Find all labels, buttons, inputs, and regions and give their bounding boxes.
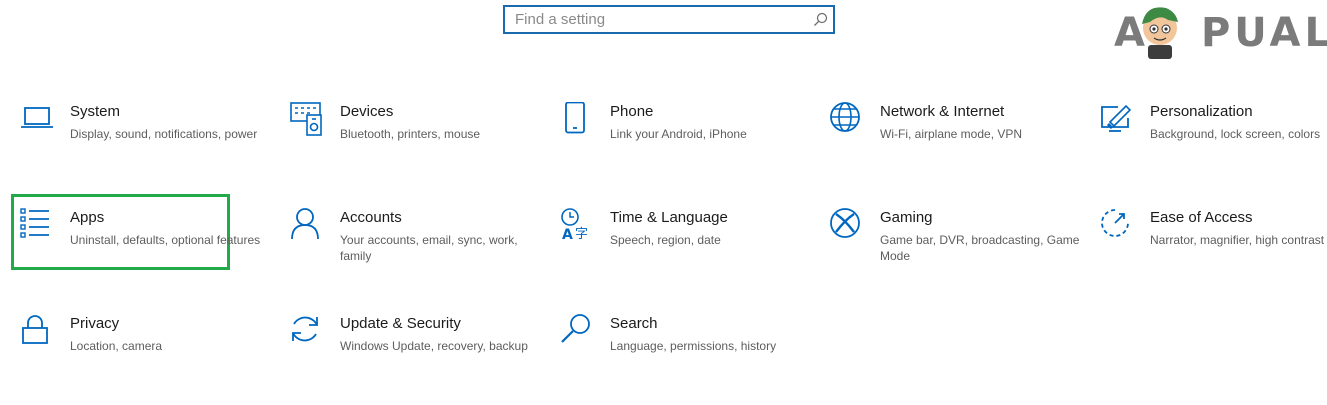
settings-item-title: Ease of Access	[1150, 209, 1253, 226]
settings-item-title: Apps	[70, 209, 105, 226]
settings-item-personalization[interactable]: Personalization Background, lock screen,…	[1100, 102, 1327, 166]
settings-item-title: Time & Language	[610, 209, 728, 226]
settings-item-ease-of-access[interactable]: Ease of Access Narrator, magnifier, high…	[1100, 208, 1327, 272]
devices-icon	[290, 102, 326, 138]
settings-item-title: Gaming	[880, 209, 933, 226]
ease-of-access-icon	[1100, 208, 1136, 244]
settings-item-description: Link your Android, iPhone	[610, 127, 747, 141]
laptop-icon	[20, 102, 56, 138]
sync-icon	[290, 314, 326, 350]
settings-item-title: Phone	[610, 103, 654, 120]
settings-item-time-language[interactable]: A字 Time & Language Speech, region, date	[560, 208, 810, 272]
settings-item-description: Uninstall, defaults, optional features	[70, 233, 261, 247]
svg-text:字: 字	[575, 227, 588, 242]
globe-icon	[830, 102, 866, 138]
settings-item-description: Game bar, DVR, broadcasting, Game Mode	[880, 233, 1080, 263]
settings-item-network[interactable]: Network & Internet Wi-Fi, airplane mode,…	[830, 102, 1080, 166]
settings-item-description: Background, lock screen, colors	[1150, 127, 1321, 141]
settings-item-system[interactable]: System Display, sound, notifications, po…	[20, 102, 270, 166]
settings-item-description: Narrator, magnifier, high contrast	[1150, 233, 1325, 247]
apps-list-icon	[20, 208, 56, 244]
settings-item-gaming[interactable]: Gaming Game bar, DVR, broadcasting, Game…	[830, 208, 1080, 272]
settings-item-title: Search	[610, 315, 658, 332]
settings-item-title: Accounts	[340, 209, 402, 226]
settings-item-privacy[interactable]: Privacy Location, camera	[20, 314, 270, 378]
paint-icon	[1100, 102, 1136, 138]
settings-item-title: Devices	[340, 103, 394, 120]
settings-item-update-security[interactable]: Update & Security Windows Update, recove…	[290, 314, 540, 378]
settings-item-apps[interactable]: Apps Uninstall, defaults, optional featu…	[20, 208, 270, 272]
settings-item-description: Speech, region, date	[610, 233, 721, 247]
appuals-logo: APUALS	[1110, 0, 1327, 62]
settings-item-accounts[interactable]: Accounts Your accounts, email, sync, wor…	[290, 208, 540, 272]
settings-item-phone[interactable]: Phone Link your Android, iPhone	[560, 101, 810, 166]
lock-icon	[20, 314, 56, 350]
time-language-icon: A字	[560, 208, 596, 244]
settings-item-title: Personalization	[1150, 103, 1253, 120]
search-input[interactable]	[505, 7, 805, 32]
settings-item-title: Network & Internet	[880, 103, 1005, 120]
search-icon[interactable]	[813, 12, 828, 27]
svg-text:A: A	[562, 227, 573, 243]
settings-item-description: Windows Update, recovery, backup	[340, 339, 528, 353]
settings-item-description: Location, camera	[70, 339, 163, 353]
person-icon	[290, 208, 326, 244]
search-icon	[560, 314, 596, 350]
logo-wordmark: APUALS	[1114, 10, 1327, 56]
settings-item-description: Wi-Fi, airplane mode, VPN	[880, 127, 1023, 141]
settings-item-search[interactable]: Search Language, permissions, history	[560, 314, 810, 378]
settings-item-description: Language, permissions, history	[610, 339, 777, 353]
settings-item-title: Privacy	[70, 315, 120, 332]
settings-item-devices[interactable]: Devices Bluetooth, printers, mouse	[290, 102, 540, 166]
settings-item-title: Update & Security	[340, 315, 461, 332]
find-setting-search-box[interactable]	[503, 5, 835, 34]
settings-item-description: Your accounts, email, sync, work, family	[340, 233, 518, 263]
xbox-icon	[830, 208, 866, 244]
settings-item-description: Display, sound, notifications, power	[70, 127, 258, 141]
settings-item-title: System	[70, 103, 121, 120]
settings-item-description: Bluetooth, printers, mouse	[340, 127, 481, 141]
phone-icon	[560, 101, 596, 138]
